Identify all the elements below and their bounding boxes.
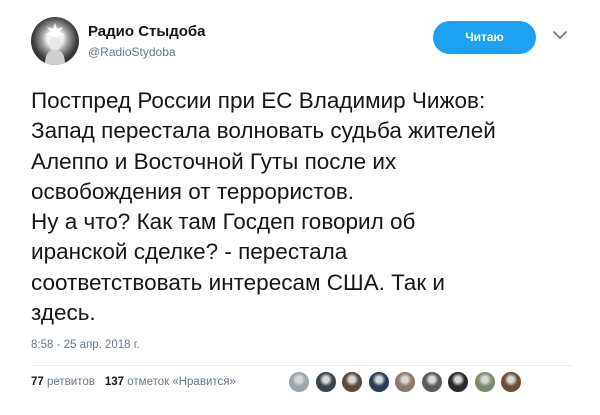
tweet-text-line: соответствовать интересам США. Так и [31,269,445,295]
tweet-text-line: иранской сделке? - перестала [31,239,348,265]
liker-avatar[interactable] [473,371,496,393]
tweet-card: Радио Стыдоба @RadioStydoba Читаю Постпр… [0,0,600,415]
chevron-down-icon[interactable] [552,28,568,42]
liker-avatar[interactable] [420,371,443,393]
tweet-stats: 77 ретвитов 137 отметок «Нравится» [31,376,236,388]
divider [31,365,573,366]
tweet-text-line: Алеппо и Восточной Гуты после их [31,148,397,174]
liker-avatar[interactable] [500,371,522,393]
likes-stat[interactable]: 137 отметок «Нравится» [105,376,236,388]
liker-avatar[interactable] [341,371,363,393]
tweet-text-line: Постпред России при ЕС Владимир Чижов: [31,88,486,113]
tweet-text-line: Ну а что? Как там Госдеп говорил об [31,209,416,235]
liker-avatar[interactable] [447,371,469,393]
tweet-text-line: освобождения от террористов. [31,178,355,204]
retweets-stat[interactable]: 77 ретвитов [31,376,95,388]
tweet-text-line: Запад перестала волновать судьба жителей [31,118,496,144]
liker-avatars [288,371,527,393]
tweet-timestamp[interactable]: 8:58 - 25 апр. 2018 г. [31,339,140,351]
liker-avatar[interactable] [367,371,390,393]
likes-count: 137 [104,376,125,388]
tweet-text: Постпред России при ЕС Владимир Чижов: З… [31,86,591,328]
retweets-count: 77 [31,376,44,388]
liker-avatar[interactable] [288,371,310,393]
following-button[interactable]: Читаю [433,21,536,54]
author-avatar[interactable] [31,17,79,65]
liker-avatar[interactable] [314,371,337,393]
likes-label: отметок «Нравится» [127,376,236,388]
author-handle[interactable]: @RadioStydoba [88,45,176,59]
tweet-text-line: здесь. [31,300,96,326]
author-name[interactable]: Радио Стыдоба [88,23,206,40]
retweets-label: ретвитов [47,376,95,388]
statue-of-liberty-icon [45,23,65,65]
liker-avatar[interactable] [394,371,416,393]
